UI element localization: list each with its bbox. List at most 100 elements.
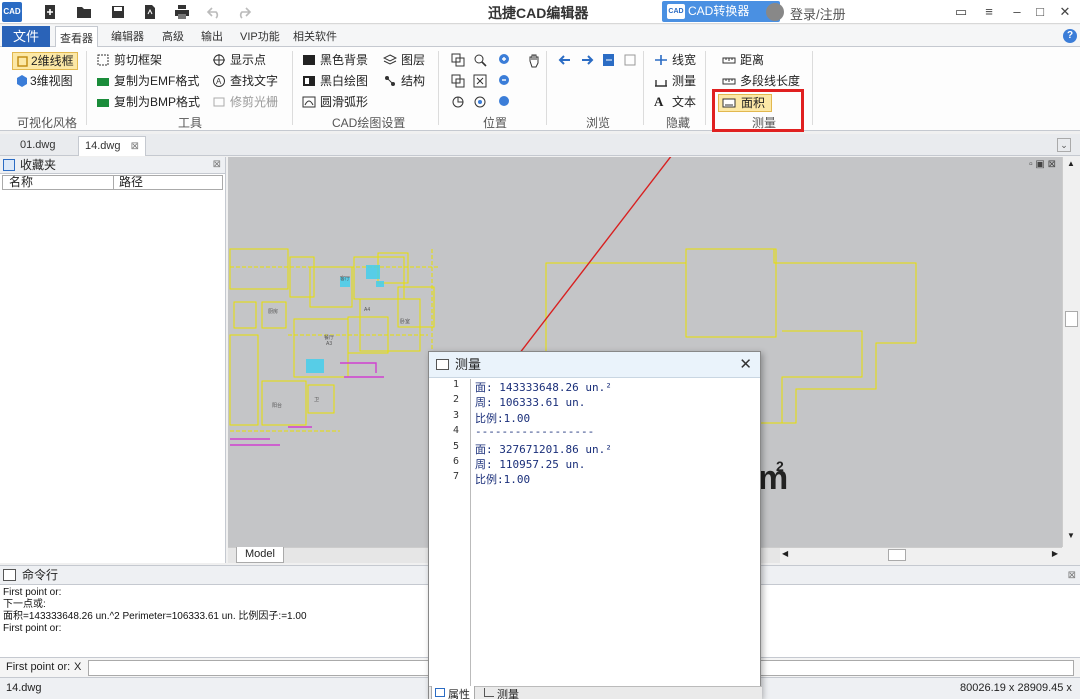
tab-vip[interactable]: VIP功能 — [240, 28, 280, 44]
find-text-button[interactable]: A 查找文字 — [212, 73, 278, 89]
black-background-button[interactable]: 黑色背景 — [302, 52, 368, 68]
line-width-button[interactable]: 线宽 — [654, 52, 696, 68]
status-coordinates: 80026.19 x 28909.45 x 0 — [960, 682, 1072, 694]
arrow-right-icon[interactable] — [579, 52, 595, 68]
measure-icon — [484, 688, 494, 697]
copy-emf-button[interactable]: 复制为EMF格式 — [96, 73, 199, 89]
command-line-close-icon[interactable]: ⊠ — [1068, 566, 1076, 585]
area-highlight-box — [712, 89, 804, 132]
zoom-in-icon[interactable] — [497, 52, 513, 68]
bmp-icon — [97, 99, 109, 107]
export-pdf-icon[interactable] — [142, 4, 158, 20]
col-name[interactable]: 名称 — [9, 176, 33, 189]
maximize-icon[interactable]: □ — [1031, 3, 1049, 21]
dialog-tab-properties[interactable]: 属性 — [431, 686, 475, 699]
measure-results-text[interactable]: 面: 143333648.26 un.² 周: 106333.61 un. 比例… — [475, 379, 759, 686]
doc-tab-close-icon[interactable]: ⊠ — [131, 137, 139, 156]
help-icon[interactable]: ? — [1063, 29, 1077, 43]
line-number-gutter: 1 2 3 4 5 6 7 — [429, 379, 471, 686]
browse-copy-icon[interactable] — [622, 52, 638, 68]
properties-icon — [435, 688, 445, 697]
line-number: 7 — [452, 471, 459, 483]
arrow-left-icon[interactable] — [557, 52, 573, 68]
model-tab[interactable]: Model — [236, 547, 284, 563]
favorites-header: 收藏夹 ⊠ — [0, 157, 225, 174]
structure-button[interactable]: 结构 — [383, 73, 425, 89]
doc-tabs-dropdown-icon[interactable]: ⌄ — [1057, 138, 1071, 152]
wireframe-2d-button[interactable]: 2维线框 — [12, 52, 78, 70]
cad-converter-button[interactable]: CAD CAD转换器 — [662, 1, 780, 22]
layers-button[interactable]: 图层 — [383, 52, 425, 68]
close-icon[interactable]: ✕ — [1056, 3, 1074, 21]
tab-viewer[interactable]: 查看器 — [55, 26, 98, 48]
hide-text-button[interactable]: A 文本 — [654, 94, 696, 110]
scroll-right-icon[interactable]: ▶ — [1052, 549, 1058, 558]
horizontal-scrollbar[interactable]: ◀ ▶ — [780, 547, 1062, 563]
measure-distance-button[interactable]: 距离 — [722, 52, 764, 68]
app-logo: CAD — [2, 2, 22, 22]
group-label-browse: 浏览 — [586, 116, 611, 130]
dialog-tab-measure[interactable]: 测量 — [481, 686, 523, 699]
copy-bmp-button[interactable]: 复制为BMP格式 — [96, 94, 200, 110]
zoom-previous-icon[interactable] — [450, 73, 466, 89]
vertical-scroll-thumb[interactable] — [1065, 311, 1078, 327]
black-background-label: 黑色背景 — [320, 53, 369, 67]
tab-file[interactable]: 文件 — [2, 26, 50, 47]
feedback-icon[interactable]: ▭ — [952, 3, 970, 21]
zoom-scale-icon[interactable] — [497, 94, 513, 110]
zoom-real-icon[interactable] — [472, 94, 488, 110]
measure-dialog-titlebar[interactable]: 测量 ✕ — [429, 352, 760, 378]
emf-icon — [97, 78, 109, 86]
redo-icon[interactable] — [236, 4, 252, 20]
favorites-panel: 收藏夹 ⊠ 名称 路径 — [0, 157, 226, 563]
new-file-icon[interactable] — [42, 4, 58, 20]
smooth-arc-button[interactable]: 圆滑弧形 — [302, 94, 368, 110]
smooth-arc-label: 圆滑弧形 — [320, 95, 369, 109]
print-icon[interactable] — [174, 4, 190, 20]
save-icon[interactable] — [110, 4, 126, 20]
col-path[interactable]: 路径 — [119, 176, 143, 189]
polyline-length-button[interactable]: 多段线长度 — [722, 73, 800, 89]
ribbon-separator — [812, 51, 813, 125]
tab-related-software[interactable]: 相关软件 — [293, 28, 337, 44]
zoom-window-icon[interactable] — [472, 52, 488, 68]
undo-icon[interactable] — [206, 4, 222, 20]
scroll-down-icon[interactable]: ▼ — [1065, 531, 1077, 543]
vertical-scrollbar[interactable]: ▲ ▼ — [1062, 157, 1080, 547]
zoom-extents-icon[interactable] — [472, 73, 488, 89]
dialog-tab-properties-label: 属性 — [448, 689, 470, 699]
tab-editor[interactable]: 编辑器 — [111, 28, 144, 44]
minimize-icon[interactable]: – — [1008, 3, 1026, 21]
scroll-left-icon[interactable]: ◀ — [782, 549, 788, 558]
open-folder-icon[interactable] — [76, 4, 92, 20]
doc-tab-14-label: 14.dwg — [85, 140, 121, 152]
view-3d-button[interactable]: 3维视图 — [12, 73, 73, 89]
clip-frame-button[interactable]: 剪切框架 — [96, 52, 162, 68]
hide-measure-button[interactable]: 测量 — [654, 73, 696, 89]
browse-export-icon[interactable] — [601, 52, 617, 68]
zoom-out-icon[interactable] — [497, 73, 513, 89]
ribbon-tabs: 文件 查看器 编辑器 高级 输出 VIP功能 相关软件 ? — [0, 25, 1080, 48]
login-link[interactable]: 登录/注册 — [766, 3, 846, 23]
rotate-view-icon[interactable] — [450, 94, 466, 110]
measure-result-line: 比例:1.00 — [475, 473, 531, 487]
pan-left-icon[interactable] — [450, 52, 466, 68]
horizontal-scroll-thumb[interactable] — [888, 549, 906, 561]
doc-tab-01[interactable]: 01.dwg — [14, 136, 61, 156]
show-point-button[interactable]: 显示点 — [212, 52, 266, 68]
dialog-close-icon[interactable]: ✕ — [739, 352, 752, 377]
measure-dialog: 测量 ✕ 1 2 3 4 5 6 7 面: 143333648.26 un.² … — [428, 351, 762, 699]
favorites-close-icon[interactable]: ⊠ — [213, 157, 221, 173]
command-clear-button[interactable]: X — [74, 658, 81, 677]
measure-result-line: 周: 106333.61 un. — [475, 396, 586, 410]
bw-draw-button[interactable]: 黑白绘图 — [302, 73, 368, 89]
tab-advanced[interactable]: 高级 — [162, 28, 184, 44]
line-number: 1 — [452, 379, 459, 390]
trim-raster-button[interactable]: 修剪光栅 — [212, 94, 278, 110]
doc-tab-14[interactable]: 14.dwg ⊠ — [78, 136, 146, 156]
menu-icon[interactable]: ≡ — [980, 3, 998, 21]
tab-output[interactable]: 输出 — [201, 28, 223, 44]
line-number: 2 — [452, 394, 459, 406]
scroll-up-icon[interactable]: ▲ — [1065, 159, 1077, 171]
pan-hand-icon[interactable] — [526, 52, 542, 68]
